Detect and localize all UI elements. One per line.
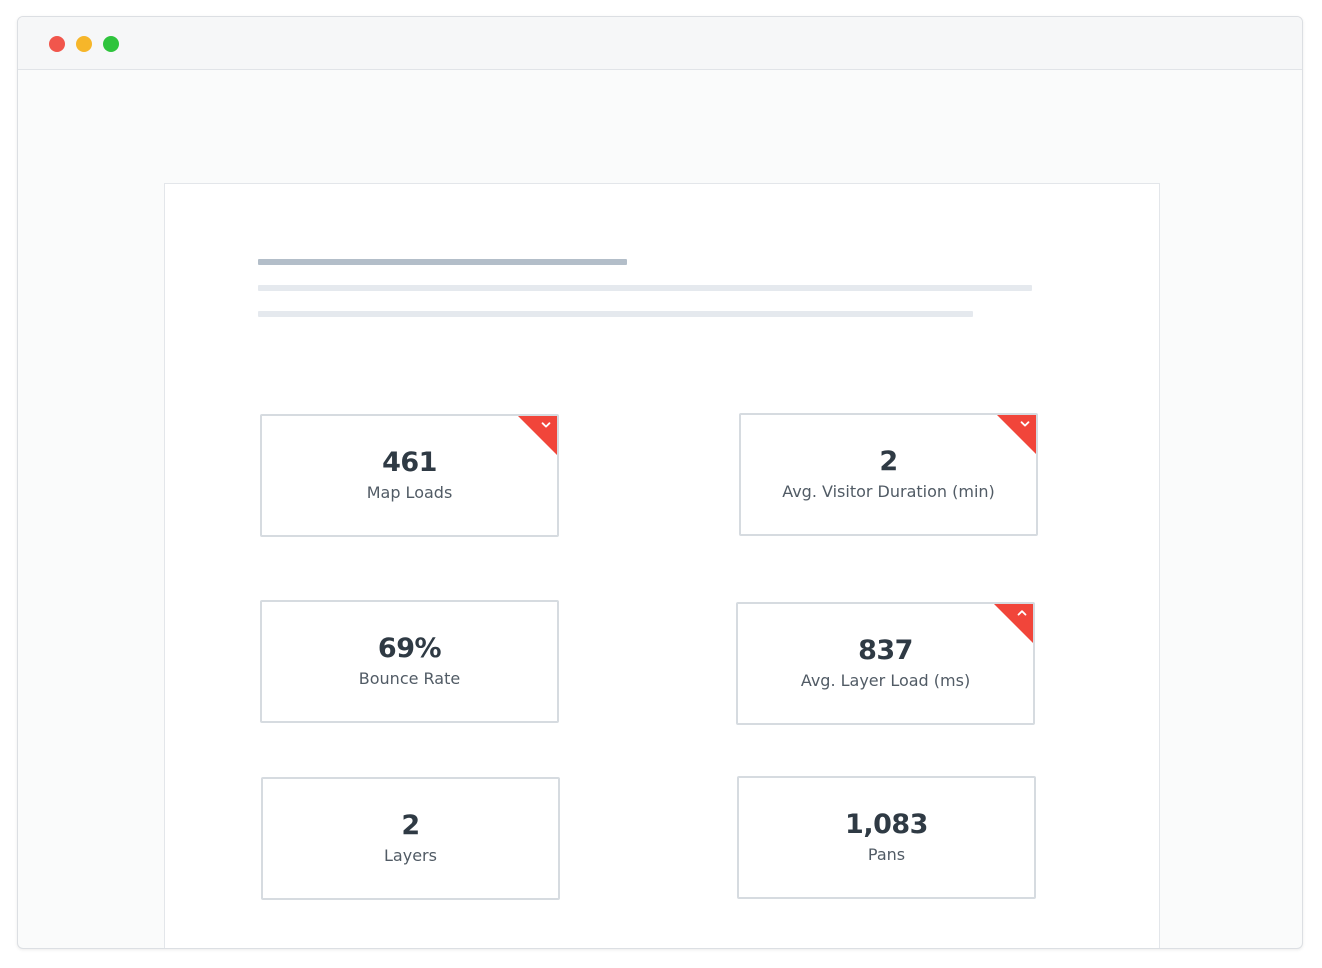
metric-label: Avg. Layer Load (ms): [800, 671, 971, 690]
metric-label: Avg. Visitor Duration (min): [782, 482, 995, 501]
metric-value: 2: [401, 810, 420, 841]
metric-label: Bounce Rate: [358, 669, 461, 688]
metric-value: 461: [382, 447, 437, 478]
metric-card-bounce-rate: 69% Bounce Rate: [260, 600, 559, 723]
metric-value: 837: [858, 635, 913, 666]
window-titlebar: [18, 17, 1302, 70]
metric-label: Map Loads: [366, 483, 453, 502]
window-maximize-button[interactable]: [103, 36, 119, 52]
chevron-up-icon: [1015, 607, 1029, 621]
chevron-down-icon: [539, 419, 553, 433]
browser-window: 461 Map Loads 2 Avg. Visitor Duration (m…: [17, 16, 1303, 949]
dashboard-panel: 461 Map Loads 2 Avg. Visitor Duration (m…: [164, 183, 1160, 948]
metric-label: Pans: [867, 845, 906, 864]
placeholder-text-line: [258, 285, 1032, 291]
metric-card-avg-layer-load: 837 Avg. Layer Load (ms): [736, 602, 1035, 725]
placeholder-heading: [258, 259, 627, 265]
chevron-down-icon: [1018, 418, 1032, 432]
metric-card-pans: 1,083 Pans: [737, 776, 1036, 899]
metric-value: 1,083: [845, 809, 928, 840]
placeholder-text-line: [258, 311, 973, 317]
metric-value: 2: [879, 446, 898, 477]
window-close-button[interactable]: [49, 36, 65, 52]
metric-card-layers: 2 Layers: [261, 777, 560, 900]
metric-card-map-loads: 461 Map Loads: [260, 414, 559, 537]
window-minimize-button[interactable]: [76, 36, 92, 52]
metric-card-avg-visitor-duration: 2 Avg. Visitor Duration (min): [739, 413, 1038, 536]
metric-value: 69%: [377, 633, 442, 664]
metric-label: Layers: [384, 846, 437, 865]
